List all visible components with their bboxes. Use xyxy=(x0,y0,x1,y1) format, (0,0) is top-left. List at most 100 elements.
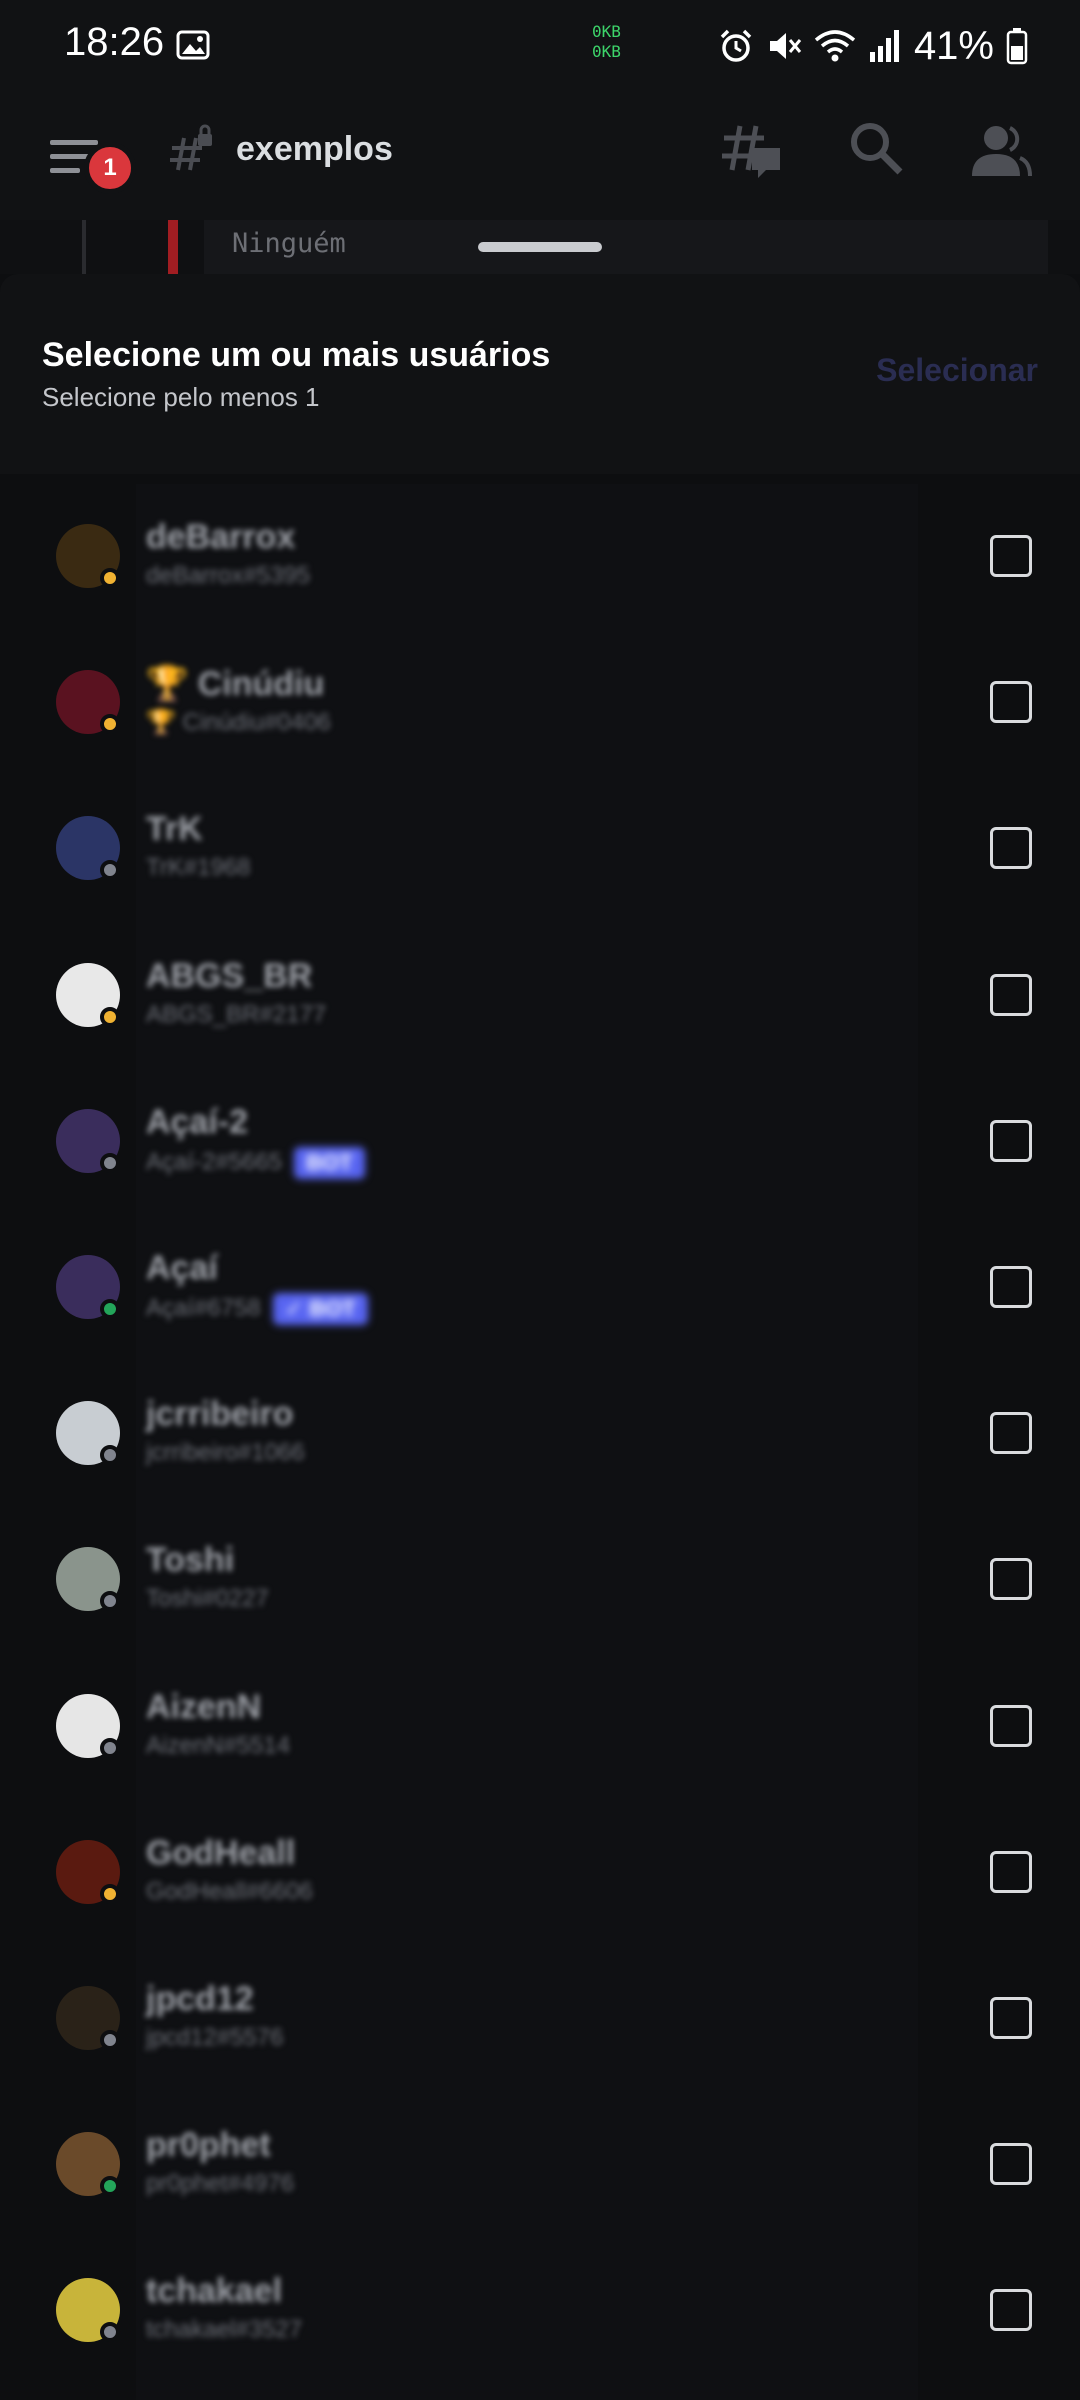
user-display-name: Açaí xyxy=(146,1249,218,1287)
user-username: tchakael#3527 xyxy=(146,2316,302,2344)
members-icon[interactable] xyxy=(968,118,1032,182)
user-username-text: Açaí-2#5665 xyxy=(146,1148,283,1176)
user-display-name: tchakael xyxy=(146,2272,283,2310)
user-row[interactable]: pr0phet pr0phet#4976 xyxy=(0,2092,1080,2238)
channel-name: exemplos xyxy=(236,130,393,168)
thread-line xyxy=(82,220,86,274)
user-select-checkbox[interactable] xyxy=(990,2143,1032,2185)
user-select-checkbox[interactable] xyxy=(990,1412,1032,1454)
user-username-text: pr0phet#4976 xyxy=(146,2170,295,2197)
user-display-name: Toshi xyxy=(146,1541,235,1579)
user-username: Toshi#0227 xyxy=(146,1585,269,1613)
user-row[interactable]: jpcd12 jpcd12#5576 xyxy=(0,1946,1080,2092)
user-username: GodHeall#6606 xyxy=(146,1878,313,1906)
user-select-checkbox[interactable] xyxy=(990,1266,1032,1308)
presence-status-indicator xyxy=(100,1299,120,1319)
screen: 18:26 0KB 0KB 41% 1 exemplos Ninguém Sel… xyxy=(0,0,1080,2400)
user-row[interactable]: GodHeall GodHeall#6606 xyxy=(0,1800,1080,1946)
presence-status-indicator xyxy=(100,1153,120,1173)
user-username: deBarrox#5395 xyxy=(146,562,310,590)
user-row[interactable]: 🏆 Cinúdiu 🏆 Cinúdiu#0406 xyxy=(0,630,1080,776)
threads-icon[interactable] xyxy=(720,118,784,182)
user-select-checkbox[interactable] xyxy=(990,1120,1032,1162)
user-username: Açaí-2#5665 BOT xyxy=(146,1147,365,1179)
bot-badge: ✓ BOT xyxy=(272,1293,368,1325)
user-display-name: AizenN xyxy=(146,1688,262,1726)
network-down: 0KB xyxy=(592,42,621,61)
presence-status-indicator xyxy=(100,860,120,880)
user-row[interactable]: jcrribeiro jcrribeiro#1066 xyxy=(0,1361,1080,1507)
battery-icon xyxy=(1006,28,1028,65)
sheet-header: Selecione um ou mais usuários Selecione … xyxy=(0,274,1080,474)
user-username-text: Toshi#0227 xyxy=(146,1585,269,1612)
user-select-checkbox[interactable] xyxy=(990,535,1032,577)
user-username-text: tchakael#3527 xyxy=(146,2316,303,2343)
user-select-checkbox[interactable] xyxy=(990,1997,1032,2039)
user-username-text: 🏆 Cinúdiu#0406 xyxy=(146,709,331,736)
presence-status-indicator xyxy=(100,2030,120,2050)
user-row[interactable]: deBarrox deBarrox#5395 xyxy=(0,484,1080,630)
user-display-name: deBarrox xyxy=(146,518,296,556)
user-username: ABGS_BR#2177 xyxy=(146,1001,326,1029)
user-select-checkbox[interactable] xyxy=(990,2289,1032,2331)
user-display-name: 🏆 Cinúdiu xyxy=(146,665,325,703)
user-select-checkbox[interactable] xyxy=(990,1851,1032,1893)
user-row[interactable]: tchakael tchakael#3527 xyxy=(0,2238,1080,2384)
user-select-checkbox[interactable] xyxy=(990,681,1032,723)
user-username-text: jpcd12#5576 xyxy=(146,2024,284,2051)
select-button[interactable]: Selecionar xyxy=(876,352,1038,389)
user-username-text: jcrribeiro#1066 xyxy=(146,1439,305,1466)
embed-accent xyxy=(168,220,178,274)
sheet-subtitle: Selecione pelo menos 1 xyxy=(42,382,320,412)
battery-percent: 41% xyxy=(913,23,994,68)
presence-status-indicator xyxy=(100,714,120,734)
wifi-icon xyxy=(814,30,856,62)
presence-status-indicator xyxy=(100,1884,120,1904)
alarm-icon xyxy=(720,29,752,62)
user-select-checkbox[interactable] xyxy=(990,827,1032,869)
user-row[interactable]: TrK TrK#1968 xyxy=(0,776,1080,922)
status-time: 18:26 xyxy=(64,20,165,64)
user-username-text: deBarrox#5395 xyxy=(146,562,311,589)
network-up: 0KB xyxy=(592,22,621,41)
presence-status-indicator xyxy=(100,1738,120,1758)
user-display-name: Açaí-2 xyxy=(146,1103,249,1141)
user-username: Açaí#6758 ✓ BOT xyxy=(146,1293,368,1325)
user-row[interactable]: Açaí Açaí#6758 ✓ BOT xyxy=(0,1215,1080,1361)
presence-status-indicator xyxy=(100,1445,120,1465)
network-speed: 0KB 0KB xyxy=(592,22,621,62)
user-select-checkbox[interactable] xyxy=(990,1558,1032,1600)
user-select-sheet: Selecione um ou mais usuários Selecione … xyxy=(0,274,1080,2400)
channel-header: 1 exemplos xyxy=(0,92,1080,220)
user-display-name: jcrribeiro xyxy=(146,1395,294,1433)
search-icon[interactable] xyxy=(846,118,906,178)
presence-status-indicator xyxy=(100,2176,120,2196)
user-select-checkbox[interactable] xyxy=(990,974,1032,1016)
user-display-name: pr0phet xyxy=(146,2126,271,2164)
user-username-text: AizenN#5514 xyxy=(146,1732,291,1759)
user-display-name: TrK xyxy=(146,810,203,848)
user-username-text: TrK#1968 xyxy=(146,854,251,881)
status-bar: 18:26 0KB 0KB 41% xyxy=(0,0,1080,92)
gallery-notification-icon xyxy=(176,30,210,60)
presence-status-indicator xyxy=(100,568,120,588)
locked-channel-icon xyxy=(170,124,212,171)
sheet-drag-handle[interactable] xyxy=(478,242,602,252)
user-username: AizenN#5514 xyxy=(146,1732,290,1760)
user-select-checkbox[interactable] xyxy=(990,1705,1032,1747)
user-username: jpcd12#5576 xyxy=(146,2024,283,2052)
embed-text: Ninguém xyxy=(232,228,346,259)
status-icons: 41% xyxy=(718,18,1028,74)
user-username: 🏆 Cinúdiu#0406 xyxy=(146,708,331,737)
user-username: jcrribeiro#1066 xyxy=(146,1439,305,1467)
mute-icon xyxy=(769,33,802,59)
signal-icon xyxy=(869,30,899,62)
user-username-text: Açaí#6758 xyxy=(146,1294,261,1322)
bot-badge: BOT xyxy=(294,1147,365,1179)
user-row[interactable]: Açaí-2 Açaí-2#5665 BOT xyxy=(0,1069,1080,1215)
user-row[interactable]: ABGS_BR ABGS_BR#2177 xyxy=(0,923,1080,1069)
presence-status-indicator xyxy=(100,1007,120,1027)
user-row[interactable]: Toshi Toshi#0227 xyxy=(0,1507,1080,1653)
user-row[interactable]: AizenN AizenN#5514 xyxy=(0,1654,1080,1800)
presence-status-indicator xyxy=(100,1591,120,1611)
